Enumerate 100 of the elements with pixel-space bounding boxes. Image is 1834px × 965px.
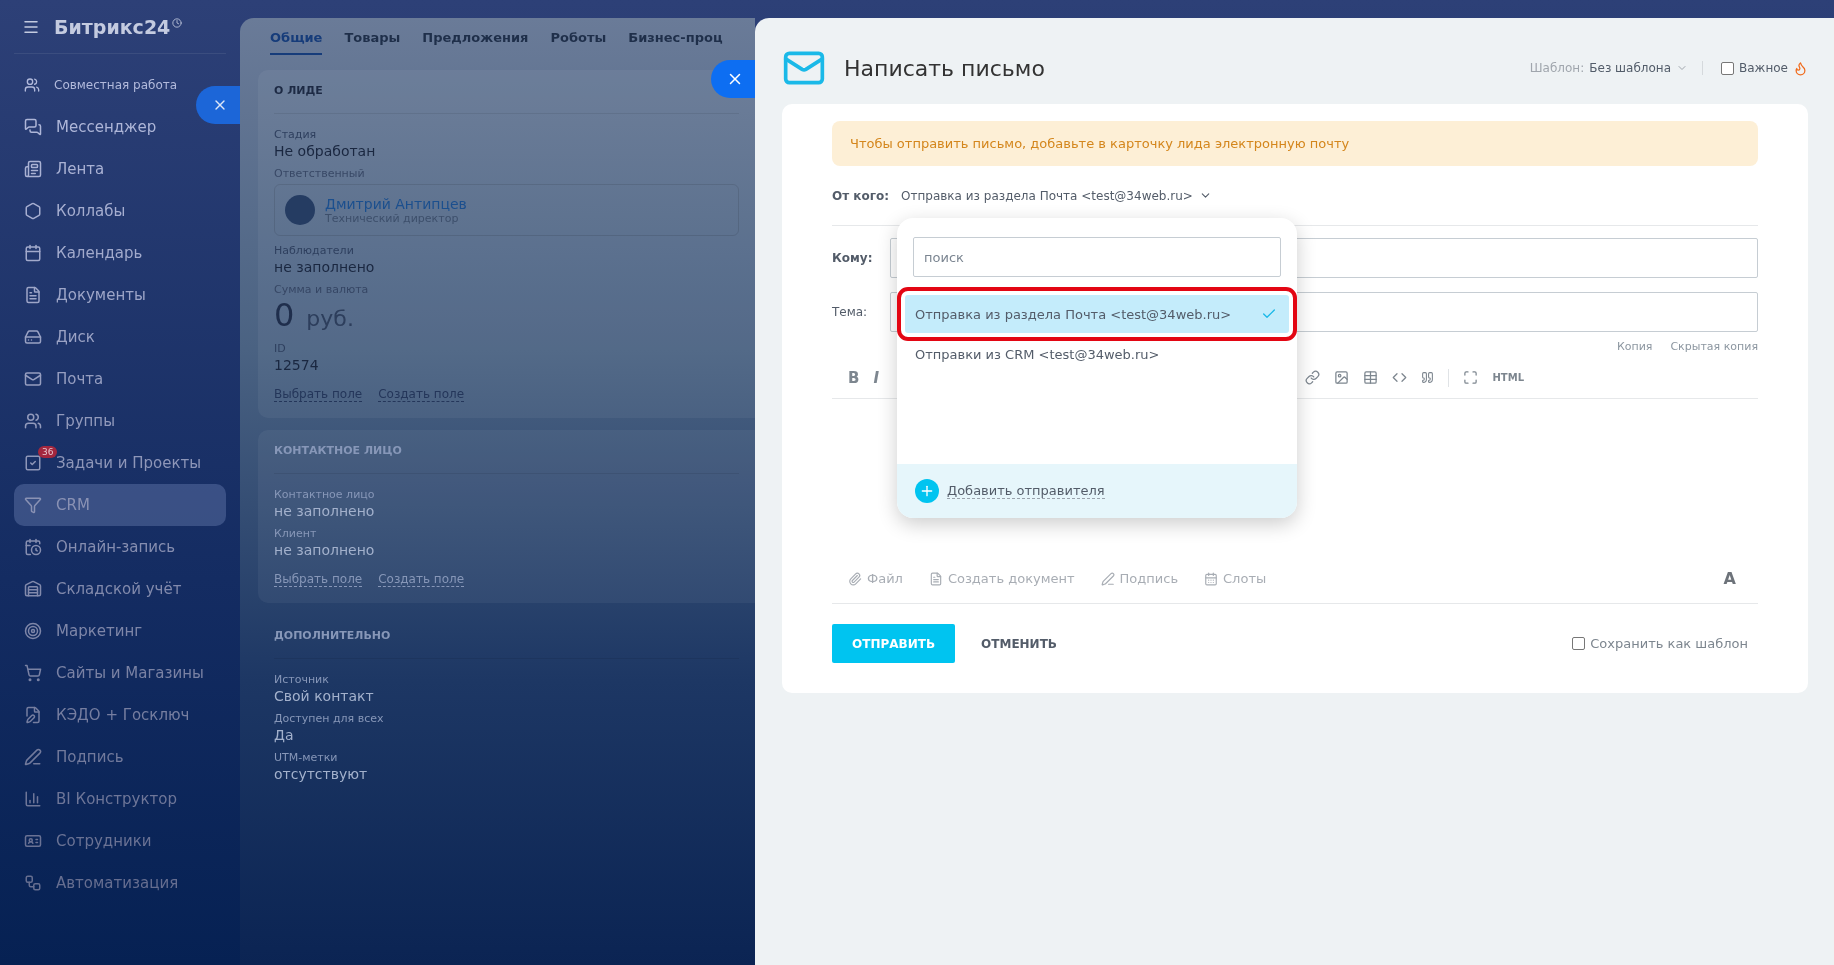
sidebar-item[interactable]: Мессенджер bbox=[14, 106, 226, 148]
attach-button[interactable]: Слоты bbox=[1204, 571, 1267, 586]
calendar-icon bbox=[1204, 571, 1219, 586]
italic-button[interactable]: I bbox=[873, 368, 880, 387]
field-value: Свой контакт bbox=[274, 688, 374, 704]
menu-item-icon bbox=[24, 412, 42, 430]
link-icon[interactable] bbox=[1305, 370, 1321, 385]
fullscreen-icon[interactable] bbox=[1463, 370, 1479, 385]
sidebar-item[interactable]: Сотрудники bbox=[14, 820, 226, 862]
menu-item-icon bbox=[24, 622, 42, 640]
sidebar-item[interactable]: Автоматизация bbox=[14, 862, 226, 904]
cancel-button[interactable]: ОТМЕНИТЬ bbox=[975, 635, 1063, 652]
page-title: Написать письмо bbox=[844, 55, 1046, 81]
link[interactable]: Создать поле bbox=[378, 572, 465, 587]
field-label: Источник bbox=[274, 673, 329, 686]
table-icon[interactable] bbox=[1363, 370, 1379, 385]
section-title: ДОПОЛНИТЕЛЬНО bbox=[274, 629, 739, 659]
warning-banner: Чтобы отправить письмо, добавьте в карточку лида электронную почту bbox=[832, 121, 1758, 166]
tab[interactable]: Предложения bbox=[422, 21, 529, 55]
plus-icon[interactable] bbox=[915, 479, 939, 503]
field-label: От кого: bbox=[832, 188, 890, 203]
field-value: не заполнено bbox=[274, 259, 375, 275]
add-sender-link[interactable]: Добавить отправителя bbox=[947, 483, 1105, 499]
sidebar-item[interactable]: Сайты и Магазины bbox=[14, 652, 226, 694]
close-button[interactable] bbox=[711, 60, 755, 98]
sidebar-item[interactable]: Коллабы bbox=[14, 190, 226, 232]
bold-button[interactable]: B bbox=[848, 368, 860, 387]
save-template-checkbox[interactable]: Сохранить как шаблон bbox=[1572, 636, 1748, 651]
sidebar-item[interactable]: Диск bbox=[14, 316, 226, 358]
copy-link[interactable]: Копия bbox=[1616, 340, 1653, 353]
menu-item-icon bbox=[24, 580, 42, 598]
sidebar-item[interactable]: Группы bbox=[14, 400, 226, 442]
image-icon[interactable] bbox=[1334, 370, 1350, 385]
flame-icon bbox=[1793, 60, 1808, 76]
menu-item-icon bbox=[24, 328, 42, 346]
html-button[interactable]: HTML bbox=[1492, 372, 1524, 383]
sidebar-item[interactable]: Почта bbox=[14, 358, 226, 400]
sidebar-item[interactable]: Лента bbox=[14, 148, 226, 190]
paperclip-icon bbox=[848, 571, 862, 586]
sidebar-item[interactable]: Подпись bbox=[14, 736, 226, 778]
amount: 0 bbox=[274, 296, 295, 334]
sidebar-item[interactable]: Маркетинг bbox=[14, 610, 226, 652]
menu-item-icon bbox=[24, 286, 42, 304]
attach-button[interactable]: Создать документ bbox=[928, 571, 1075, 586]
tab[interactable]: Товары bbox=[344, 21, 401, 55]
menu-item-icon bbox=[24, 664, 42, 682]
menu-item-icon bbox=[24, 706, 42, 724]
counter-badge: 36 bbox=[38, 446, 58, 458]
field-label: Доступен для всех bbox=[274, 712, 384, 725]
avatar bbox=[285, 195, 315, 225]
menu-item-icon bbox=[24, 538, 42, 556]
attach-button[interactable]: Подпись bbox=[1100, 571, 1179, 586]
document-icon bbox=[928, 571, 943, 586]
clock-icon bbox=[172, 17, 183, 28]
search-field[interactable]: поиск bbox=[913, 237, 1281, 277]
field-label: UTM-метки bbox=[274, 751, 338, 764]
important-checkbox[interactable]: Важное bbox=[1721, 60, 1808, 76]
section-title: КОНТАКТНОЕ ЛИЦО bbox=[274, 444, 739, 474]
field-value: Да bbox=[274, 727, 294, 743]
sidebar-item[interactable]: Документы bbox=[14, 274, 226, 316]
menu-item-icon bbox=[24, 160, 42, 178]
menu-item-icon bbox=[24, 790, 42, 808]
sidebar-item[interactable]: Задачи и Проекты 36 bbox=[14, 442, 226, 484]
menu-item-icon bbox=[24, 874, 42, 892]
template-select[interactable]: Шаблон: Без шаблона bbox=[1529, 61, 1704, 75]
copy-link[interactable]: Скрытая копия bbox=[1670, 340, 1758, 353]
menu-item-icon bbox=[24, 370, 42, 388]
font-button[interactable]: A bbox=[1717, 568, 1742, 589]
code-icon[interactable] bbox=[1392, 370, 1408, 385]
field-value: 12574 bbox=[274, 357, 319, 373]
field-label: Клиент bbox=[274, 527, 317, 540]
tab[interactable]: Бизнес-проц bbox=[628, 21, 723, 55]
sidebar-item[interactable]: Складской учёт bbox=[14, 568, 226, 610]
tab[interactable]: Роботы bbox=[550, 21, 607, 55]
field-label: Кому: bbox=[832, 251, 874, 265]
field-label: Тема: bbox=[832, 305, 869, 319]
pencil-icon bbox=[1100, 571, 1115, 586]
quote-icon[interactable] bbox=[1421, 371, 1435, 384]
send-button[interactable]: ОТПРАВИТЬ bbox=[832, 624, 956, 663]
sidebar-item[interactable]: Совместная работа bbox=[14, 64, 194, 106]
field-label: Контактное лицо bbox=[274, 488, 375, 501]
sidebar-item[interactable]: КЭДО + Госключ bbox=[14, 694, 226, 736]
menu-item-icon bbox=[24, 496, 42, 514]
menu-item-icon bbox=[24, 202, 42, 220]
sidebar-item[interactable]: BI Конструктор bbox=[14, 778, 226, 820]
menu-item-icon bbox=[24, 77, 40, 93]
menu-item-icon bbox=[24, 748, 42, 766]
sidebar-item[interactable]: Онлайн-запись bbox=[14, 526, 226, 568]
close-button[interactable] bbox=[196, 86, 240, 124]
sidebar-item[interactable]: CRM bbox=[14, 484, 226, 526]
link[interactable]: Выбрать поле bbox=[274, 572, 363, 587]
field-value: отсутствуют bbox=[274, 766, 368, 782]
attach-button[interactable]: Файл bbox=[848, 571, 903, 586]
field-value: не заполнено bbox=[274, 503, 375, 519]
sender-select[interactable]: Отправка из раздела Почта <test@34web.ru> bbox=[901, 188, 1212, 203]
sidebar-item[interactable]: Календарь bbox=[14, 232, 226, 274]
tab[interactable]: Общие bbox=[270, 21, 323, 55]
dropdown-option[interactable]: Отправки из CRM <test@34web.ru> bbox=[905, 339, 1289, 369]
menu-item-icon bbox=[24, 118, 42, 136]
menu-item-icon bbox=[24, 244, 42, 262]
